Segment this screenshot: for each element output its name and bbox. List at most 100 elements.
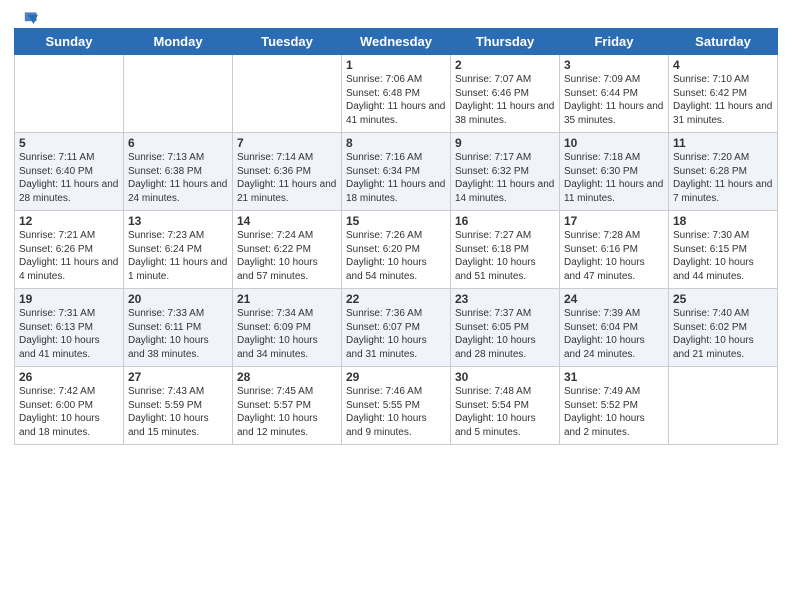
- day-info: Sunrise: 7:46 AM Sunset: 5:55 PM Dayligh…: [346, 385, 446, 439]
- page-container: SundayMondayTuesdayWednesdayThursdayFrid…: [0, 0, 792, 453]
- weekday-header: Monday: [124, 29, 233, 55]
- calendar-cell: 7Sunrise: 7:14 AM Sunset: 6:36 PM Daylig…: [233, 133, 342, 211]
- calendar-week-row: 26Sunrise: 7:42 AM Sunset: 6:00 PM Dayli…: [15, 367, 778, 445]
- day-number: 2: [455, 58, 555, 72]
- day-number: 4: [673, 58, 773, 72]
- calendar-cell: 23Sunrise: 7:37 AM Sunset: 6:05 PM Dayli…: [451, 289, 560, 367]
- calendar-cell: 12Sunrise: 7:21 AM Sunset: 6:26 PM Dayli…: [15, 211, 124, 289]
- day-info: Sunrise: 7:42 AM Sunset: 6:00 PM Dayligh…: [19, 385, 119, 439]
- day-info: Sunrise: 7:09 AM Sunset: 6:44 PM Dayligh…: [564, 73, 664, 127]
- day-info: Sunrise: 7:45 AM Sunset: 5:57 PM Dayligh…: [237, 385, 337, 439]
- calendar-cell: 5Sunrise: 7:11 AM Sunset: 6:40 PM Daylig…: [15, 133, 124, 211]
- logo: [14, 10, 38, 24]
- day-number: 23: [455, 292, 555, 306]
- calendar-cell: [15, 55, 124, 133]
- day-number: 26: [19, 370, 119, 384]
- calendar-cell: [233, 55, 342, 133]
- day-number: 1: [346, 58, 446, 72]
- calendar-cell: 29Sunrise: 7:46 AM Sunset: 5:55 PM Dayli…: [342, 367, 451, 445]
- calendar-week-row: 12Sunrise: 7:21 AM Sunset: 6:26 PM Dayli…: [15, 211, 778, 289]
- calendar-cell: 31Sunrise: 7:49 AM Sunset: 5:52 PM Dayli…: [560, 367, 669, 445]
- calendar-cell: 6Sunrise: 7:13 AM Sunset: 6:38 PM Daylig…: [124, 133, 233, 211]
- day-number: 19: [19, 292, 119, 306]
- calendar-cell: 30Sunrise: 7:48 AM Sunset: 5:54 PM Dayli…: [451, 367, 560, 445]
- day-number: 21: [237, 292, 337, 306]
- calendar-cell: 8Sunrise: 7:16 AM Sunset: 6:34 PM Daylig…: [342, 133, 451, 211]
- day-info: Sunrise: 7:33 AM Sunset: 6:11 PM Dayligh…: [128, 307, 228, 361]
- weekday-header: Sunday: [15, 29, 124, 55]
- weekday-header: Wednesday: [342, 29, 451, 55]
- calendar-cell: 20Sunrise: 7:33 AM Sunset: 6:11 PM Dayli…: [124, 289, 233, 367]
- day-number: 8: [346, 136, 446, 150]
- calendar-cell: 3Sunrise: 7:09 AM Sunset: 6:44 PM Daylig…: [560, 55, 669, 133]
- day-number: 30: [455, 370, 555, 384]
- day-info: Sunrise: 7:10 AM Sunset: 6:42 PM Dayligh…: [673, 73, 773, 127]
- logo-icon: [16, 10, 38, 28]
- day-info: Sunrise: 7:30 AM Sunset: 6:15 PM Dayligh…: [673, 229, 773, 283]
- calendar-cell: 1Sunrise: 7:06 AM Sunset: 6:48 PM Daylig…: [342, 55, 451, 133]
- calendar-header-row: SundayMondayTuesdayWednesdayThursdayFrid…: [15, 29, 778, 55]
- calendar-cell: 21Sunrise: 7:34 AM Sunset: 6:09 PM Dayli…: [233, 289, 342, 367]
- day-info: Sunrise: 7:34 AM Sunset: 6:09 PM Dayligh…: [237, 307, 337, 361]
- day-info: Sunrise: 7:18 AM Sunset: 6:30 PM Dayligh…: [564, 151, 664, 205]
- day-info: Sunrise: 7:27 AM Sunset: 6:18 PM Dayligh…: [455, 229, 555, 283]
- day-info: Sunrise: 7:49 AM Sunset: 5:52 PM Dayligh…: [564, 385, 664, 439]
- day-number: 7: [237, 136, 337, 150]
- day-number: 3: [564, 58, 664, 72]
- day-info: Sunrise: 7:24 AM Sunset: 6:22 PM Dayligh…: [237, 229, 337, 283]
- day-info: Sunrise: 7:23 AM Sunset: 6:24 PM Dayligh…: [128, 229, 228, 283]
- day-number: 16: [455, 214, 555, 228]
- day-info: Sunrise: 7:26 AM Sunset: 6:20 PM Dayligh…: [346, 229, 446, 283]
- day-info: Sunrise: 7:48 AM Sunset: 5:54 PM Dayligh…: [455, 385, 555, 439]
- calendar-cell: 16Sunrise: 7:27 AM Sunset: 6:18 PM Dayli…: [451, 211, 560, 289]
- calendar-cell: 14Sunrise: 7:24 AM Sunset: 6:22 PM Dayli…: [233, 211, 342, 289]
- calendar-cell: 26Sunrise: 7:42 AM Sunset: 6:00 PM Dayli…: [15, 367, 124, 445]
- calendar-cell: 18Sunrise: 7:30 AM Sunset: 6:15 PM Dayli…: [669, 211, 778, 289]
- day-number: 17: [564, 214, 664, 228]
- day-number: 12: [19, 214, 119, 228]
- calendar-cell: 10Sunrise: 7:18 AM Sunset: 6:30 PM Dayli…: [560, 133, 669, 211]
- day-info: Sunrise: 7:31 AM Sunset: 6:13 PM Dayligh…: [19, 307, 119, 361]
- calendar-cell: 15Sunrise: 7:26 AM Sunset: 6:20 PM Dayli…: [342, 211, 451, 289]
- day-info: Sunrise: 7:43 AM Sunset: 5:59 PM Dayligh…: [128, 385, 228, 439]
- day-info: Sunrise: 7:39 AM Sunset: 6:04 PM Dayligh…: [564, 307, 664, 361]
- calendar-cell: 27Sunrise: 7:43 AM Sunset: 5:59 PM Dayli…: [124, 367, 233, 445]
- day-info: Sunrise: 7:16 AM Sunset: 6:34 PM Dayligh…: [346, 151, 446, 205]
- calendar-cell: 2Sunrise: 7:07 AM Sunset: 6:46 PM Daylig…: [451, 55, 560, 133]
- day-number: 29: [346, 370, 446, 384]
- day-number: 25: [673, 292, 773, 306]
- calendar-cell: [124, 55, 233, 133]
- day-number: 18: [673, 214, 773, 228]
- day-info: Sunrise: 7:11 AM Sunset: 6:40 PM Dayligh…: [19, 151, 119, 205]
- header: [14, 10, 778, 24]
- day-number: 5: [19, 136, 119, 150]
- day-number: 15: [346, 214, 446, 228]
- day-info: Sunrise: 7:36 AM Sunset: 6:07 PM Dayligh…: [346, 307, 446, 361]
- day-number: 20: [128, 292, 228, 306]
- day-info: Sunrise: 7:40 AM Sunset: 6:02 PM Dayligh…: [673, 307, 773, 361]
- calendar-cell: 28Sunrise: 7:45 AM Sunset: 5:57 PM Dayli…: [233, 367, 342, 445]
- day-number: 27: [128, 370, 228, 384]
- calendar-cell: 17Sunrise: 7:28 AM Sunset: 6:16 PM Dayli…: [560, 211, 669, 289]
- calendar-cell: [669, 367, 778, 445]
- calendar-week-row: 19Sunrise: 7:31 AM Sunset: 6:13 PM Dayli…: [15, 289, 778, 367]
- day-number: 28: [237, 370, 337, 384]
- calendar-cell: 13Sunrise: 7:23 AM Sunset: 6:24 PM Dayli…: [124, 211, 233, 289]
- calendar-week-row: 1Sunrise: 7:06 AM Sunset: 6:48 PM Daylig…: [15, 55, 778, 133]
- calendar-cell: 19Sunrise: 7:31 AM Sunset: 6:13 PM Dayli…: [15, 289, 124, 367]
- day-info: Sunrise: 7:21 AM Sunset: 6:26 PM Dayligh…: [19, 229, 119, 283]
- calendar-week-row: 5Sunrise: 7:11 AM Sunset: 6:40 PM Daylig…: [15, 133, 778, 211]
- day-info: Sunrise: 7:14 AM Sunset: 6:36 PM Dayligh…: [237, 151, 337, 205]
- day-number: 13: [128, 214, 228, 228]
- day-info: Sunrise: 7:20 AM Sunset: 6:28 PM Dayligh…: [673, 151, 773, 205]
- day-info: Sunrise: 7:13 AM Sunset: 6:38 PM Dayligh…: [128, 151, 228, 205]
- day-info: Sunrise: 7:07 AM Sunset: 6:46 PM Dayligh…: [455, 73, 555, 127]
- weekday-header: Tuesday: [233, 29, 342, 55]
- day-number: 10: [564, 136, 664, 150]
- day-info: Sunrise: 7:28 AM Sunset: 6:16 PM Dayligh…: [564, 229, 664, 283]
- day-number: 6: [128, 136, 228, 150]
- weekday-header: Thursday: [451, 29, 560, 55]
- day-info: Sunrise: 7:06 AM Sunset: 6:48 PM Dayligh…: [346, 73, 446, 127]
- weekday-header: Friday: [560, 29, 669, 55]
- day-number: 11: [673, 136, 773, 150]
